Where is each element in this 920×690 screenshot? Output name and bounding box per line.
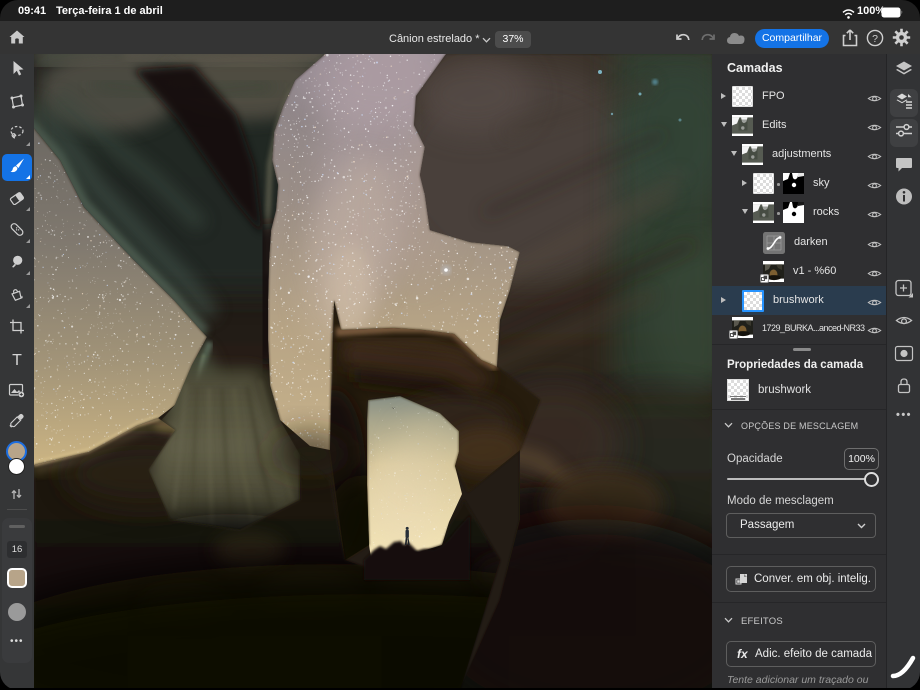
svg-text:?: ? [872,33,878,45]
